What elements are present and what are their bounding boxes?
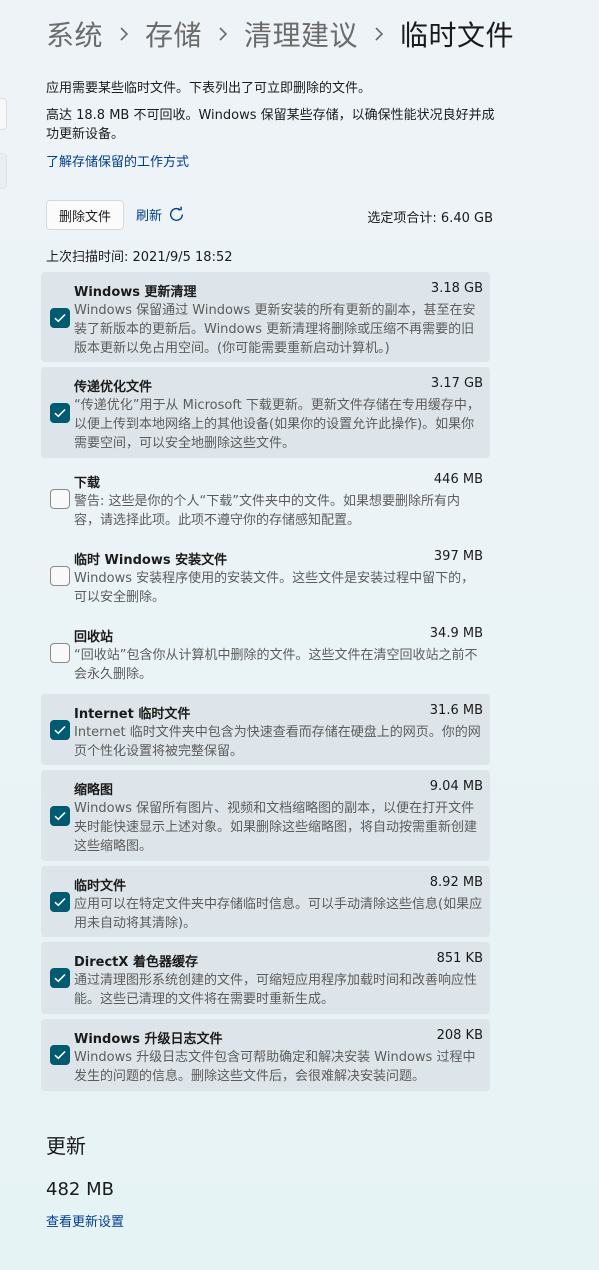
checkbox[interactable] <box>50 892 70 912</box>
item-title: 下载 <box>74 476 101 491</box>
updates-section-title: 更新 <box>46 1134 86 1158</box>
checkbox[interactable] <box>50 968 70 988</box>
checkmark-icon <box>54 725 66 735</box>
learn-storage-reserve-link[interactable]: 了解存储保留的工作方式 <box>46 151 189 170</box>
refresh-label: 刷新 <box>136 209 163 224</box>
checkmark-icon <box>54 313 66 323</box>
item-description: Windows 保留所有图片、视频和文档缩略图的副本，以便在打开文件夹时能快速显… <box>74 801 478 854</box>
item-size: 397 MB <box>433 549 483 564</box>
item-description: “传递优化”用于从 Microsoft 下载更新。更新文件存储在专用缓存中，以便… <box>74 398 480 451</box>
file-item-windows-setup[interactable]: 临时 Windows 安装文件 397 MB Windows 安装程序使用的安装… <box>41 540 490 612</box>
file-item-windows-update[interactable]: Windows 更新清理 3.18 GB Windows 保留通过 Window… <box>41 272 490 362</box>
item-title: 临时文件 <box>74 879 127 894</box>
item-size: 34.9 MB <box>429 626 483 641</box>
file-item-upgrade-logs[interactable]: Windows 升级日志文件 208 KB Windows 升级日志文件包含可帮… <box>41 1019 490 1091</box>
item-title: 缩略图 <box>74 783 114 798</box>
checkmark-icon <box>54 897 66 907</box>
checkmark-icon <box>54 811 66 821</box>
checkmark-icon <box>54 973 66 983</box>
file-item-delivery-optimization[interactable]: 传递优化文件 3.17 GB “传递优化”用于从 Microsoft 下载更新。… <box>41 367 490 458</box>
item-description: Internet 临时文件夹中包含为快速查看而存储在硬盘上的网页。你的网页个性化… <box>74 725 481 759</box>
item-description: 通过清理图形系统创建的文件，可缩短应用程序加载时间和改善响应性能。这些已清理的文… <box>74 973 478 1007</box>
file-item-recycle-bin[interactable]: 回收站 34.9 MB “回收站”包含你从计算机中删除的文件。这些文件在清空回收… <box>41 617 490 689</box>
item-size: 9.04 MB <box>429 779 483 794</box>
checkbox[interactable] <box>50 489 70 509</box>
checkbox[interactable] <box>50 720 70 740</box>
item-size: 3.17 GB <box>430 376 483 391</box>
refresh-icon <box>170 206 184 221</box>
file-item-internet-temp[interactable]: Internet 临时文件 31.6 MB Internet 临时文件夹中包含为… <box>41 694 490 765</box>
file-item-thumbnails[interactable]: 缩略图 9.04 MB Windows 保留所有图片、视频和文档缩略图的副本，以… <box>41 770 490 861</box>
chevron-right-icon <box>218 27 228 41</box>
refresh-button[interactable]: 刷新 <box>136 205 185 224</box>
checkbox[interactable] <box>50 566 70 586</box>
chevron-right-icon <box>374 27 384 41</box>
item-title: 回收站 <box>74 630 114 645</box>
side-panel-edge <box>0 98 7 130</box>
file-item-downloads[interactable]: 下载 446 MB 警告: 这些是你的个人“下载”文件夹中的文件。如果想要删除所… <box>41 463 490 535</box>
breadcrumb-system[interactable]: 系统 <box>46 14 103 54</box>
item-size: 208 KB <box>436 1028 483 1043</box>
item-description: Windows 升级日志文件包含可帮助确定和解决安装 Windows 过程中发生… <box>74 1050 476 1084</box>
item-title: 临时 Windows 安装文件 <box>74 553 228 568</box>
item-title: Windows 更新清理 <box>74 285 197 300</box>
file-item-directx-cache[interactable]: DirectX 着色器缓存 851 KB 通过清理图形系统创建的文件，可缩短应用… <box>41 942 490 1014</box>
view-update-settings-link[interactable]: 查看更新设置 <box>46 1211 124 1230</box>
last-scan-time: 上次扫描时间: 2021/9/5 18:52 <box>46 250 233 265</box>
checkbox[interactable] <box>50 403 70 423</box>
item-size: 8.92 MB <box>429 875 483 890</box>
checkmark-icon <box>54 408 66 418</box>
item-description: Windows 安装程序使用的安装文件。这些文件是安装过程中留下的，可以安全删除… <box>74 571 475 605</box>
page-title: 临时文件 <box>400 19 515 52</box>
item-description: 警告: 这些是你的个人“下载”文件夹中的文件。如果想要删除所有内容，请选择此项。… <box>74 494 460 528</box>
breadcrumb-storage[interactable]: 存储 <box>145 14 202 54</box>
item-title: Windows 升级日志文件 <box>74 1032 223 1047</box>
checkbox[interactable] <box>50 643 70 663</box>
breadcrumb: 系统 存储 清理建议 临时文件 <box>46 12 514 56</box>
item-description: 应用可以在特定文件夹中存储临时信息。可以手动清除这些信息(如果应用未自动将其清除… <box>74 897 483 931</box>
checkbox[interactable] <box>50 1045 70 1065</box>
delete-files-button[interactable]: 删除文件 <box>46 200 124 230</box>
item-title: 传递优化文件 <box>74 380 153 395</box>
item-size: 851 KB <box>436 951 483 966</box>
item-description: Windows 保留通过 Windows 更新安装的所有更新的副本，甚至在安装了… <box>74 303 476 356</box>
file-item-temp-files[interactable]: 临时文件 8.92 MB 应用可以在特定文件夹中存储临时信息。可以手动清除这些信… <box>41 866 490 937</box>
item-description: “回收站”包含你从计算机中删除的文件。这些文件在清空回收站之前不会永久删除。 <box>74 648 478 682</box>
description-line-2: 高达 18.8 MB 不可回收。Windows 保留某些存储，以确保性能状况良好… <box>46 108 495 142</box>
side-panel-edge-2 <box>0 153 7 189</box>
item-size: 31.6 MB <box>429 703 483 718</box>
item-title: DirectX 着色器缓存 <box>74 955 198 970</box>
description-line-1: 应用需要某些临时文件。下表列出了可立即删除的文件。 <box>46 81 372 96</box>
chevron-right-icon <box>119 27 129 41</box>
checkbox[interactable] <box>50 806 70 826</box>
checkbox[interactable] <box>50 308 70 328</box>
item-title: Internet 临时文件 <box>74 707 191 722</box>
checkmark-icon <box>54 1050 66 1060</box>
item-size: 3.18 GB <box>430 281 483 296</box>
breadcrumb-cleanup[interactable]: 清理建议 <box>244 14 358 54</box>
updates-size: 482 MB <box>46 1179 114 1200</box>
selected-total: 选定项合计: 6.40 GB <box>367 211 493 226</box>
item-size: 446 MB <box>433 472 483 487</box>
